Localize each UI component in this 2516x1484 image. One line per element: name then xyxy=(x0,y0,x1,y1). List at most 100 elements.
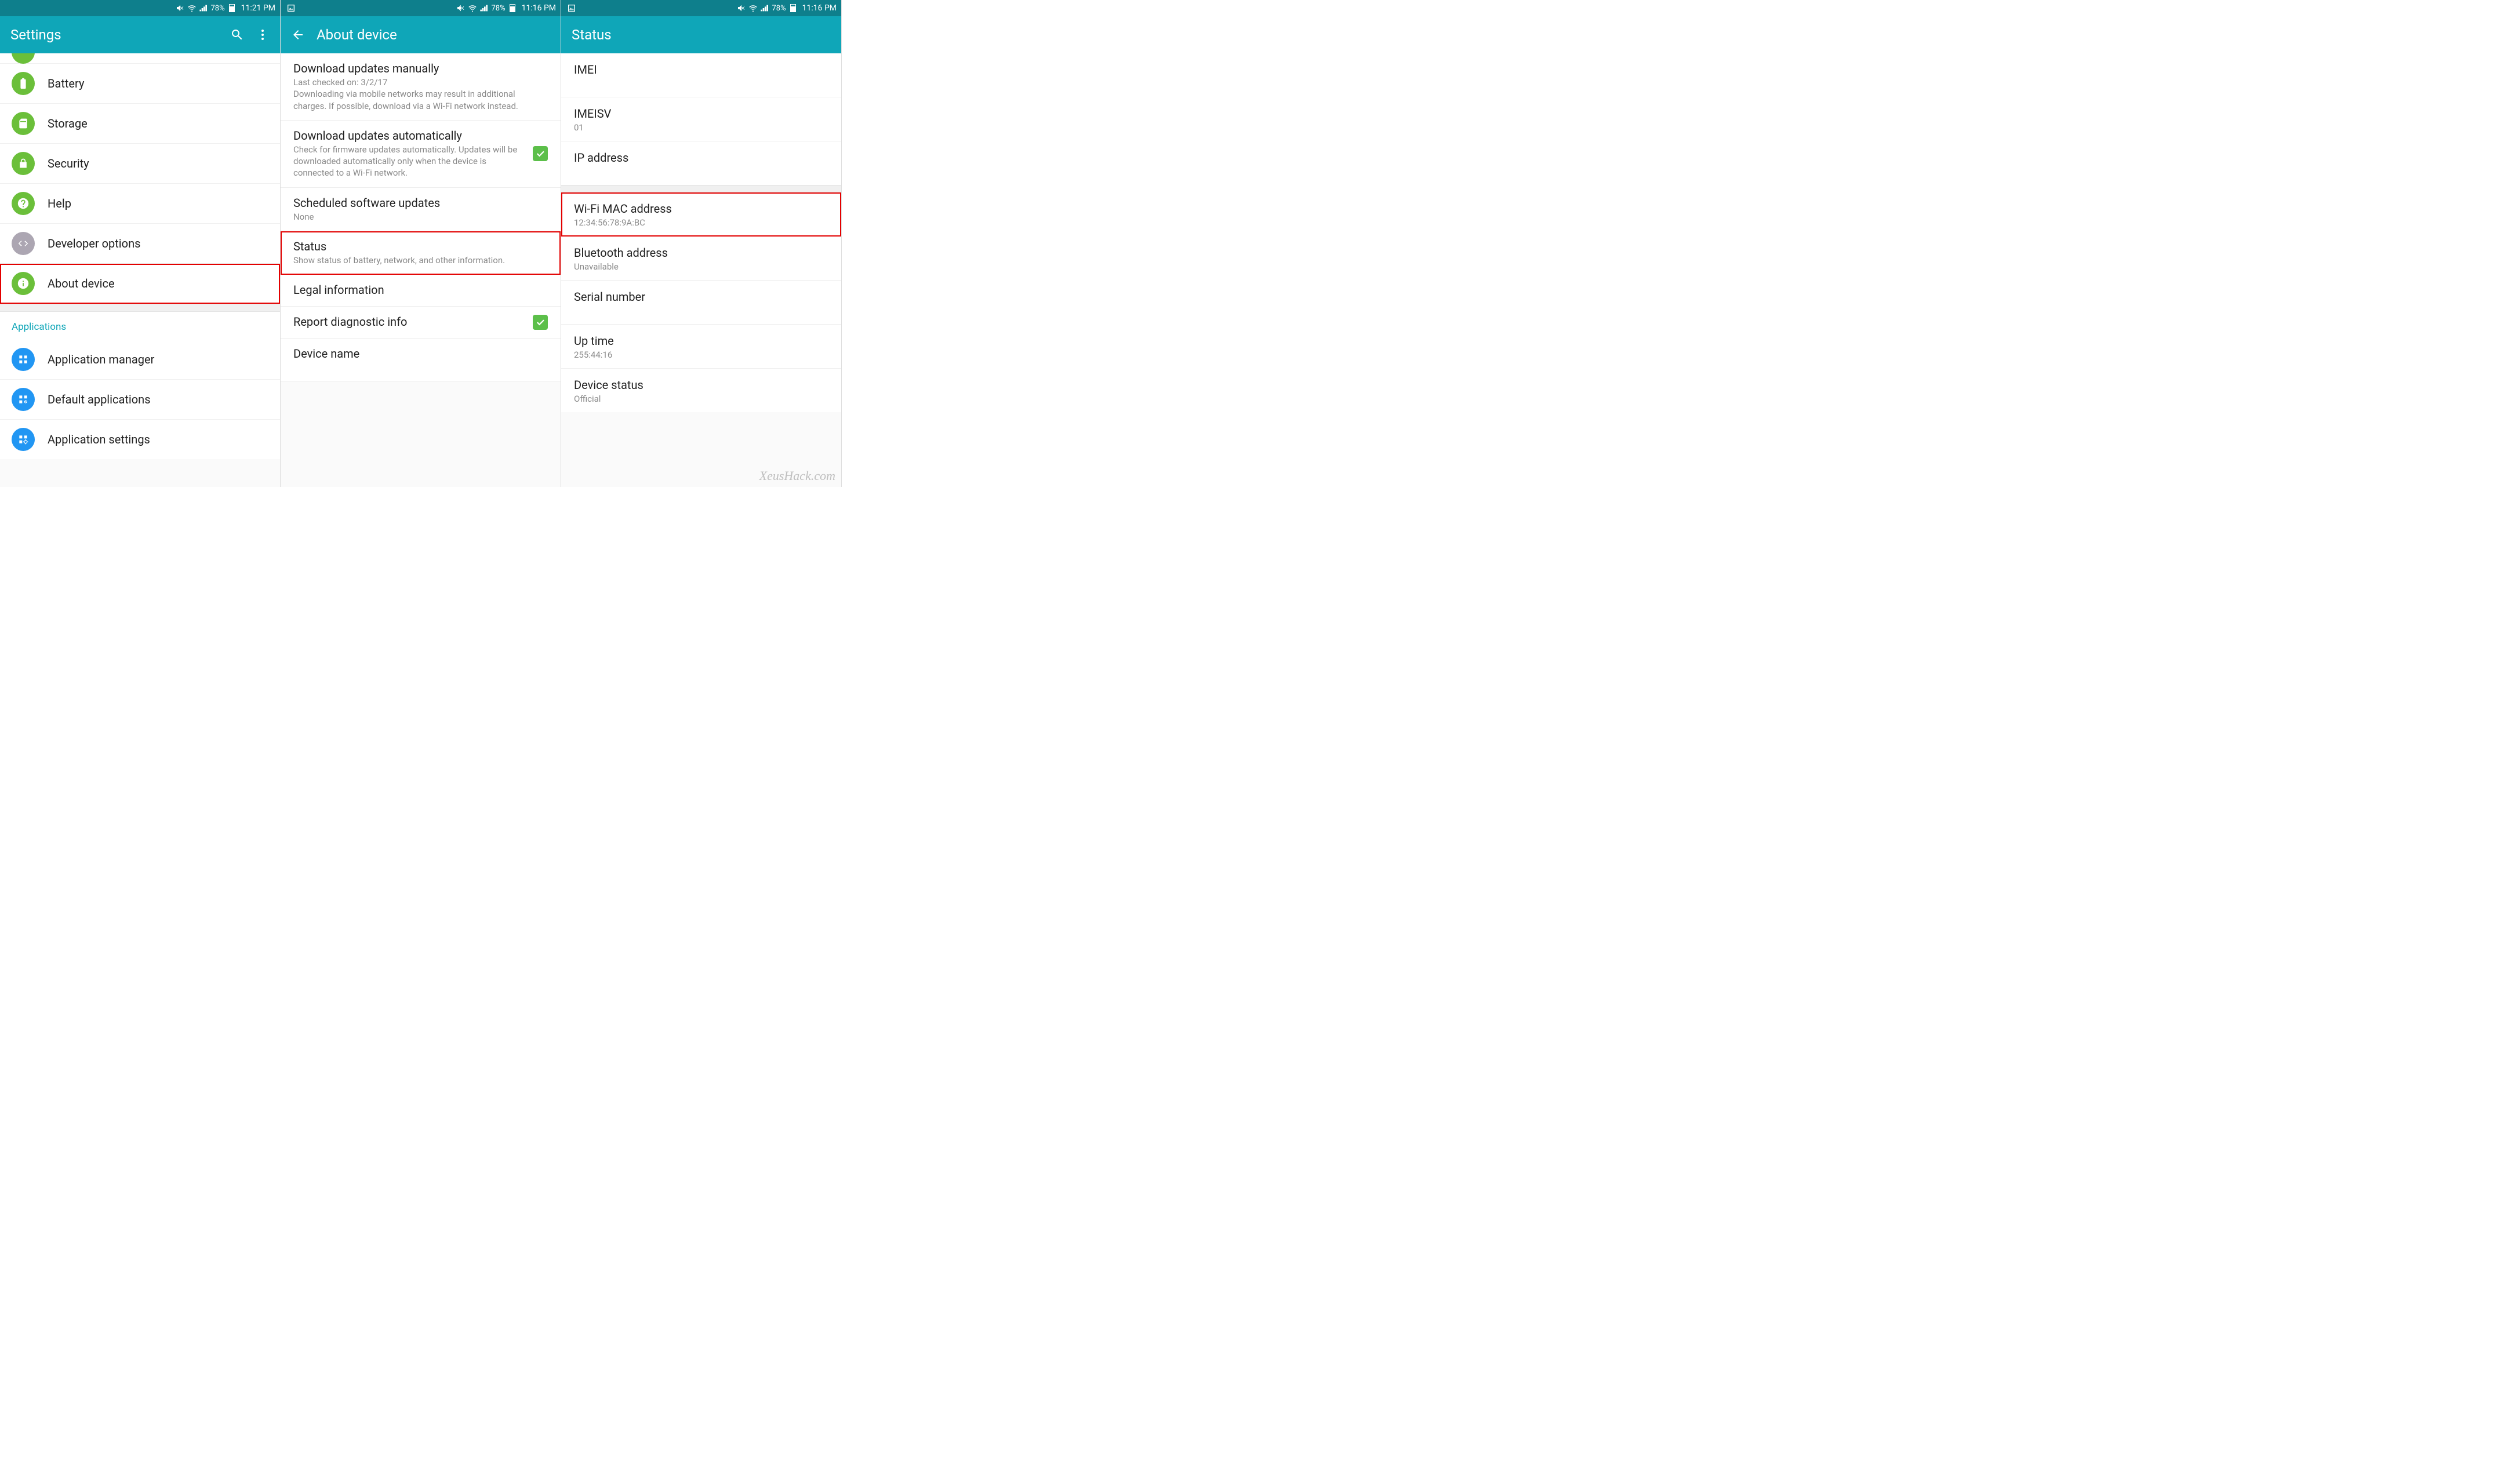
wifi-icon xyxy=(468,3,477,13)
list-item-storage[interactable]: Storage xyxy=(0,104,280,144)
item-value: Official xyxy=(574,394,828,404)
checkbox-checked-icon[interactable] xyxy=(533,146,548,161)
status-bar: 78% 11:16 PM xyxy=(281,0,561,16)
info-icon xyxy=(12,272,35,295)
action-bar: Status xyxy=(561,16,841,53)
signal-icon xyxy=(760,3,769,13)
apps-grid-icon xyxy=(12,348,35,371)
item-wifi-mac[interactable]: Wi-Fi MAC address 12:34:56:78:9A:BC xyxy=(561,192,841,237)
item-title: Bluetooth address xyxy=(574,246,828,260)
list-item-label: Storage xyxy=(48,117,88,130)
section-header-applications: Applications xyxy=(0,312,280,340)
list-item-label: Help xyxy=(48,197,71,210)
item-report-diagnostic[interactable]: Report diagnostic info xyxy=(281,307,561,339)
item-subtitle xyxy=(293,362,548,373)
mute-icon xyxy=(737,3,746,13)
battery-icon xyxy=(508,3,517,13)
status-bar: 78% 11:16 PM xyxy=(561,0,841,16)
item-title: IMEI xyxy=(574,63,828,77)
status-bar: 78% 11:21 PM xyxy=(0,0,280,16)
item-imei[interactable]: IMEI xyxy=(561,53,841,97)
battery-icon xyxy=(12,72,35,95)
item-title: Report diagnostic info xyxy=(293,315,548,329)
item-value xyxy=(574,166,828,177)
signal-icon xyxy=(479,3,489,13)
apps-default-icon xyxy=(12,388,35,411)
page-title: Settings xyxy=(10,27,219,43)
screen-status: 78% 11:16 PM Status IMEI IMEISV 01 IP ad… xyxy=(561,0,842,487)
list-item-security[interactable]: Security xyxy=(0,144,280,184)
item-value: Unavailable xyxy=(574,261,828,272)
item-ip-address[interactable]: IP address xyxy=(561,141,841,186)
list-item-application-settings[interactable]: Application settings xyxy=(0,420,280,459)
list-item-battery[interactable]: Battery xyxy=(0,64,280,104)
mute-icon xyxy=(176,3,185,13)
screen-settings: 78% 11:21 PM Settings Battery xyxy=(0,0,281,487)
list-item-default-applications[interactable]: Default applications xyxy=(0,380,280,420)
list-item-label: Developer options xyxy=(48,237,140,250)
item-title: IP address xyxy=(574,151,828,165)
back-arrow-icon[interactable] xyxy=(291,28,305,42)
item-title: Device name xyxy=(293,347,548,361)
clock: 11:21 PM xyxy=(241,3,275,13)
item-download-automatically[interactable]: Download updates automatically Check for… xyxy=(281,121,561,188)
watermark: XeusHack.com xyxy=(759,468,835,483)
battery-icon xyxy=(788,3,798,13)
item-title: Wi-Fi MAC address xyxy=(574,202,828,216)
apps-settings-icon xyxy=(12,428,35,451)
item-device-status[interactable]: Device status Official xyxy=(561,369,841,412)
item-value xyxy=(574,305,828,316)
storage-icon xyxy=(12,112,35,135)
clock: 11:16 PM xyxy=(802,3,837,13)
mute-icon xyxy=(456,3,466,13)
item-legal-information[interactable]: Legal information xyxy=(281,275,561,307)
list-item-label: Battery xyxy=(48,77,84,90)
battery-percent: 78% xyxy=(491,4,505,13)
item-value: 01 xyxy=(574,122,828,133)
list-item-about-device[interactable]: About device xyxy=(0,264,280,304)
item-title: Download updates manually xyxy=(293,61,548,75)
battery-percent: 78% xyxy=(772,4,786,13)
item-title: Status xyxy=(293,239,548,253)
list-item-help[interactable]: Help xyxy=(0,184,280,224)
item-download-manually[interactable]: Download updates manually Last checked o… xyxy=(281,53,561,121)
overflow-menu-icon[interactable] xyxy=(256,28,270,42)
item-status[interactable]: Status Show status of battery, network, … xyxy=(281,231,561,275)
list-item-label: Default applications xyxy=(48,392,151,406)
page-title: Status xyxy=(572,27,831,43)
item-up-time[interactable]: Up time 255:44:16 xyxy=(561,325,841,369)
item-title: Scheduled software updates xyxy=(293,196,548,210)
screen-about-device: 78% 11:16 PM About device Download updat… xyxy=(281,0,561,487)
settings-list: Battery Storage Security Help xyxy=(0,53,280,487)
action-bar: Settings xyxy=(0,16,280,53)
item-value: 255:44:16 xyxy=(574,350,828,360)
list-item-label: Security xyxy=(48,157,89,170)
section-divider xyxy=(0,304,280,312)
item-title: Download updates automatically xyxy=(293,129,548,143)
item-bluetooth-address[interactable]: Bluetooth address Unavailable xyxy=(561,237,841,281)
wifi-icon xyxy=(187,3,197,13)
list-item-application-manager[interactable]: Application manager xyxy=(0,340,280,380)
list-item-label: About device xyxy=(48,277,115,290)
screenshot-icon xyxy=(286,3,296,13)
screenshot-icon xyxy=(567,3,576,13)
item-title: Up time xyxy=(574,334,828,348)
item-imeisv[interactable]: IMEISV 01 xyxy=(561,97,841,141)
wifi-icon xyxy=(748,3,758,13)
list-item-developer-options[interactable]: Developer options xyxy=(0,224,280,264)
item-device-name[interactable]: Device name xyxy=(281,339,561,382)
help-icon xyxy=(12,192,35,215)
search-icon[interactable] xyxy=(230,28,244,42)
section-divider xyxy=(561,186,841,192)
checkbox-checked-icon[interactable] xyxy=(533,315,548,330)
item-serial-number[interactable]: Serial number xyxy=(561,281,841,325)
item-title: Serial number xyxy=(574,290,828,304)
item-title: Legal information xyxy=(293,283,548,297)
item-title: Device status xyxy=(574,378,828,392)
item-scheduled-updates[interactable]: Scheduled software updates None xyxy=(281,188,561,231)
lock-icon xyxy=(12,152,35,175)
item-title: IMEISV xyxy=(574,107,828,121)
list-item-label: Application manager xyxy=(48,352,154,366)
clock: 11:16 PM xyxy=(522,3,556,13)
item-value: 12:34:56:78:9A:BC xyxy=(574,217,828,228)
